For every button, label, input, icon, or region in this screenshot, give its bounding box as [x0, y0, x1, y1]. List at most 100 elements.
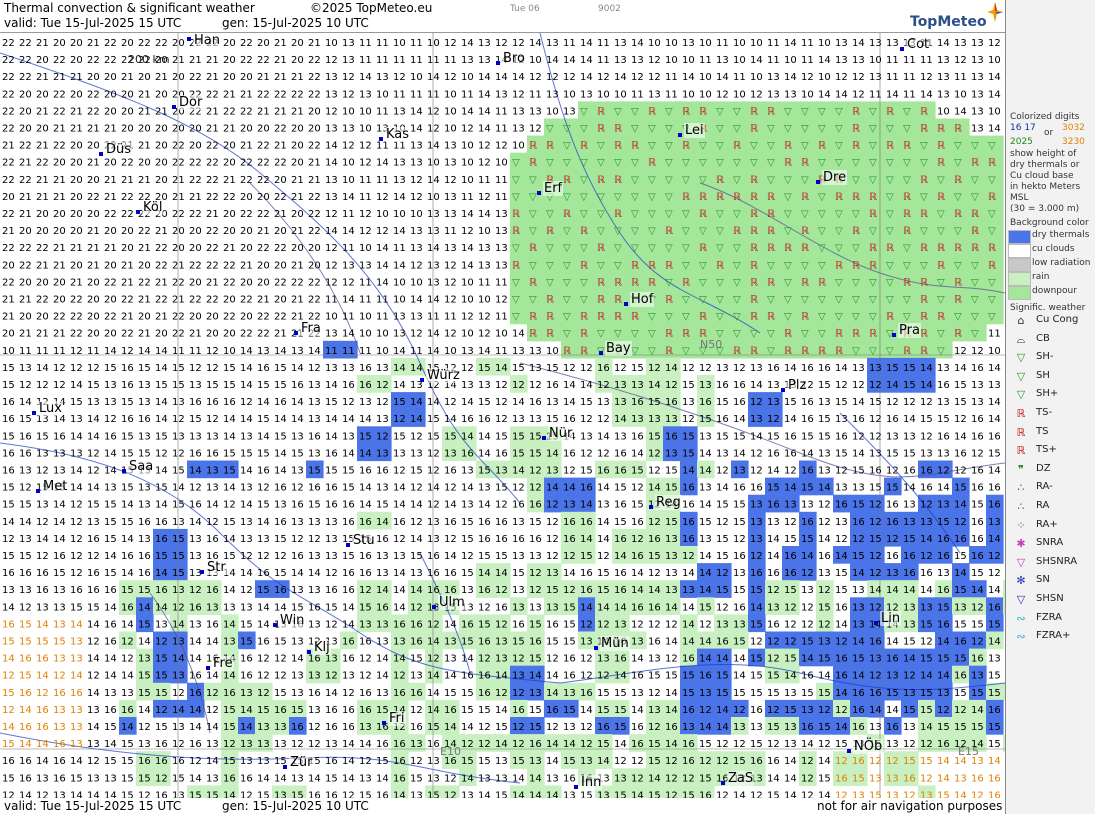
- city-label[interactable]: Bay: [605, 341, 632, 356]
- grid-value: 14: [835, 551, 848, 562]
- grid-value: 16: [529, 739, 542, 750]
- grid-value: 21: [155, 226, 168, 237]
- grid-value: 14: [410, 124, 423, 135]
- grid-value: 11: [189, 346, 202, 357]
- grid-value: 21: [291, 192, 304, 203]
- city-label[interactable]: Fre: [212, 656, 234, 671]
- grid-value: 11: [529, 89, 542, 100]
- grid-value: ▽: [852, 209, 860, 220]
- grid-value: 16: [597, 363, 610, 374]
- city-label[interactable]: Han: [193, 33, 221, 48]
- city-label[interactable]: Str: [206, 560, 227, 575]
- city-label[interactable]: Erf: [543, 181, 564, 196]
- city-label[interactable]: Win: [279, 613, 306, 628]
- weather-map[interactable]: 2222212020212220222220222220222021202110…: [0, 32, 1005, 800]
- city-label[interactable]: Lin: [880, 611, 902, 626]
- cu-cong-icon: ⌂: [1017, 314, 1025, 327]
- grid-value: 20: [274, 175, 287, 186]
- city-label[interactable]: Dre: [822, 170, 848, 185]
- grid-value: 20: [291, 124, 304, 135]
- grid-value: 16: [70, 688, 83, 699]
- grid-value: 13: [512, 346, 525, 357]
- grid-value: 14: [818, 671, 831, 682]
- city-label[interactable]: Nür: [548, 426, 574, 441]
- city-label[interactable]: Klj: [313, 640, 331, 655]
- city-label[interactable]: Pra: [898, 323, 921, 338]
- city-label[interactable]: Lei: [684, 123, 705, 138]
- grid-value: ℝ: [546, 295, 554, 306]
- city-label[interactable]: Lux: [38, 401, 63, 416]
- grid-value: 12: [512, 483, 525, 494]
- grid-value: ▽: [597, 329, 605, 340]
- grid-value: ℝ: [852, 192, 860, 203]
- grid-value: 13: [223, 602, 236, 613]
- grid-value: 14: [478, 106, 491, 117]
- city-label[interactable]: Fra: [300, 321, 322, 336]
- grid-value: 10: [461, 158, 474, 169]
- grid-value: 10: [359, 243, 372, 254]
- city-label[interactable]: Stu: [352, 533, 376, 548]
- grid-value: 13: [954, 773, 967, 784]
- grid-value: 15: [937, 722, 950, 733]
- city-label[interactable]: Cot: [906, 37, 931, 52]
- grid-value: 12: [461, 226, 474, 237]
- grid-value: 12: [138, 722, 151, 733]
- grid-value: 12: [631, 483, 644, 494]
- grid-value: 12: [172, 739, 185, 750]
- city-label[interactable]: Met: [42, 479, 69, 494]
- grid-value: 12: [410, 517, 423, 528]
- city-marker: [874, 621, 878, 625]
- grid-value: 11: [495, 192, 508, 203]
- city-label[interactable]: Hof: [630, 292, 655, 307]
- city-label[interactable]: Dor: [178, 95, 204, 110]
- grid-value: 11: [359, 55, 372, 66]
- city-label[interactable]: Würz: [426, 368, 461, 383]
- grid-value: ℝ: [614, 175, 622, 186]
- grid-value: 12: [342, 688, 355, 699]
- city-label[interactable]: Fri: [388, 711, 406, 726]
- city-label[interactable]: Köl: [142, 200, 164, 215]
- city-label[interactable]: Mün: [600, 636, 630, 651]
- grid-value: 12: [308, 722, 321, 733]
- grid-value: ▽: [988, 295, 996, 306]
- grid-value: 12: [852, 89, 865, 100]
- grid-value: 12: [2, 671, 15, 682]
- grid-value: 10: [393, 38, 406, 49]
- grid-value: 14: [699, 722, 712, 733]
- grid-value: 22: [2, 89, 15, 100]
- city-label[interactable]: Düs: [105, 142, 133, 157]
- city-label[interactable]: Zür: [289, 755, 314, 770]
- city-label[interactable]: Ulm: [438, 595, 466, 610]
- city-label[interactable]: Saa: [128, 459, 155, 474]
- grid-value: ℝ: [818, 346, 826, 357]
- grid-value: 13: [903, 722, 916, 733]
- grid-value: 12: [614, 756, 627, 767]
- city-label[interactable]: Reg: [655, 495, 682, 510]
- grid-value: 12: [359, 654, 372, 665]
- grid-value: 15: [121, 397, 134, 408]
- grid-value: 14: [682, 637, 695, 648]
- city-label[interactable]: Inn: [580, 775, 603, 790]
- grid-value: 13: [138, 500, 151, 511]
- topmeteo-logo[interactable]: TopMeteo: [905, 2, 1003, 32]
- grid-value: 20: [53, 226, 66, 237]
- city-label[interactable]: Plz: [787, 378, 808, 393]
- grid-value: 10: [444, 346, 457, 357]
- grid-value: 16: [478, 414, 491, 425]
- city-label[interactable]: NÖb: [853, 739, 884, 754]
- grid-value: 12: [342, 72, 355, 83]
- grid-value: 16: [563, 517, 576, 528]
- grid-value: 21: [274, 141, 287, 152]
- grid-value: ℝ: [835, 329, 843, 340]
- grid-value: 15: [903, 380, 916, 391]
- grid-value: 12: [597, 448, 610, 459]
- city-label[interactable]: Kas: [385, 127, 411, 142]
- grid-value: 14: [835, 363, 848, 374]
- grid-value: 14: [342, 448, 355, 459]
- city-label[interactable]: ZaS: [727, 771, 755, 786]
- grid-value: 13: [104, 483, 117, 494]
- grid-value: 12: [648, 619, 661, 630]
- city-label[interactable]: Bro: [502, 51, 526, 66]
- grid-value: 11: [597, 38, 610, 49]
- grid-value: 15: [529, 654, 542, 665]
